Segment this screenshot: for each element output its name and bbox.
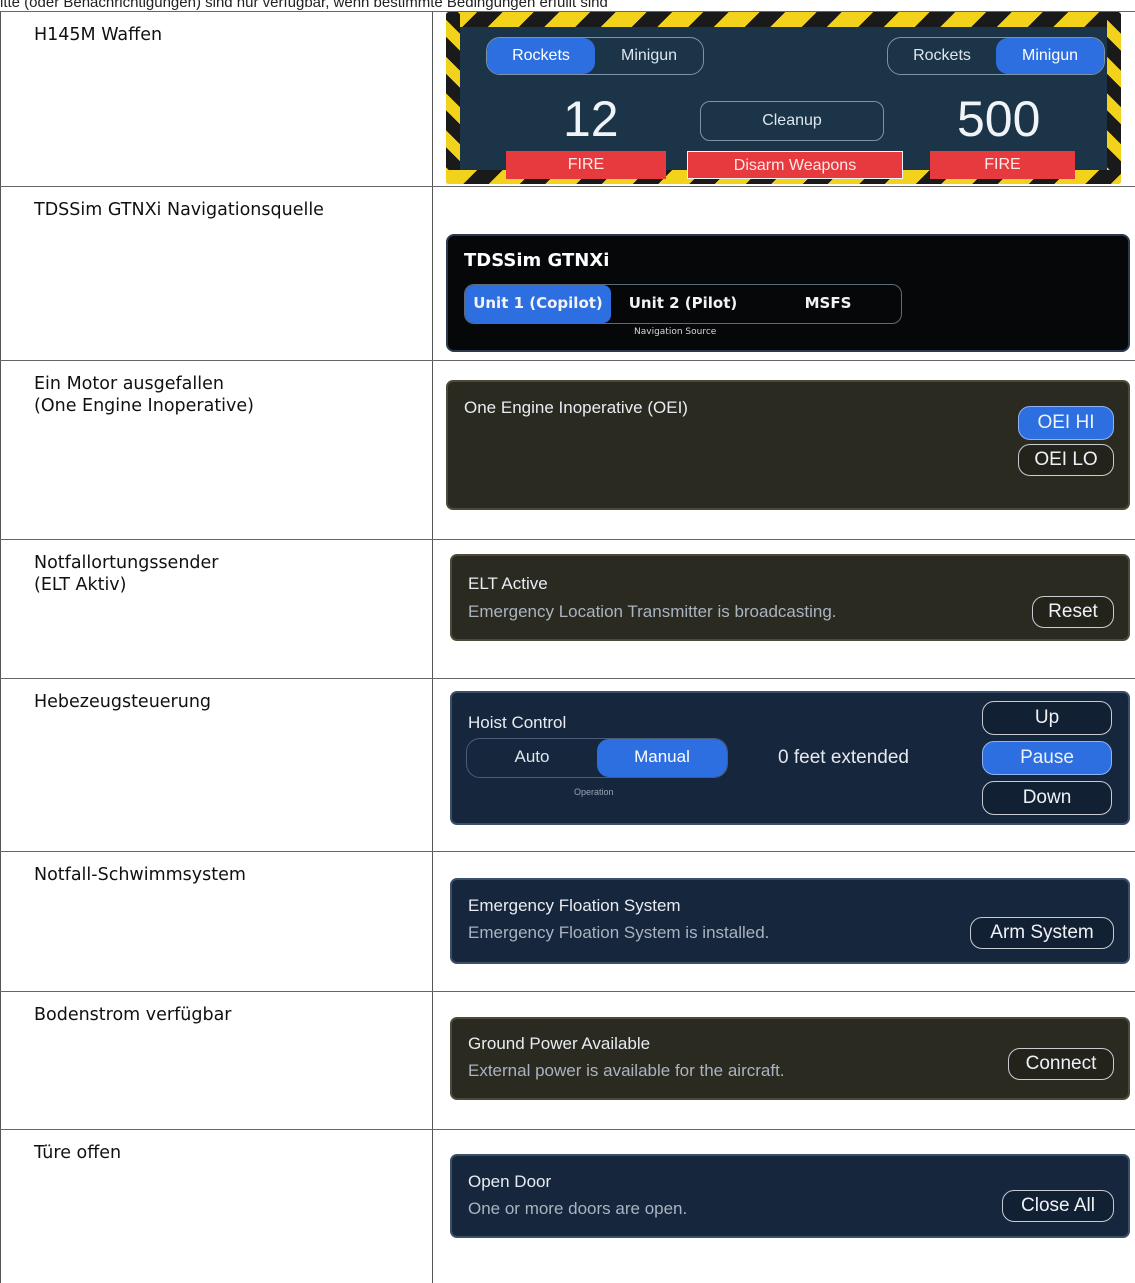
hoist-extension-status: 0 feet extended bbox=[778, 747, 909, 768]
oei-hi-button[interactable]: OEI HI bbox=[1018, 406, 1114, 440]
navigation-source-caption: Navigation Source bbox=[634, 327, 717, 337]
hoist-title: Hoist Control bbox=[468, 713, 567, 732]
disarm-weapons-button[interactable]: Disarm Weapons bbox=[687, 151, 903, 179]
elt-reset-button[interactable]: Reset bbox=[1032, 596, 1114, 628]
right-rockets-option[interactable]: Rockets bbox=[888, 38, 996, 74]
table-row-ground-power: Bodenstrom verfügbar Ground Power Availa… bbox=[0, 992, 1135, 1130]
left-weapon-selector: Rockets Minigun bbox=[486, 37, 704, 75]
row-label-line: Bodenstrom verfügbar bbox=[34, 1005, 232, 1025]
row-label: Notfall-Schwimmsystem bbox=[34, 864, 246, 886]
row-label-line: Ein Motor ausgefallen bbox=[34, 374, 224, 394]
row-label-line: H145M Waffen bbox=[34, 25, 163, 45]
table-row-elt: Notfallortungssender (ELT Aktiv) ELT Act… bbox=[0, 540, 1135, 679]
row-label: Notfallortungssender (ELT Aktiv) bbox=[34, 552, 219, 596]
row-label: Hebezeugsteuerung bbox=[34, 691, 211, 713]
row-label-line: (One Engine Inoperative) bbox=[34, 396, 254, 416]
floation-title: Emergency Floation System bbox=[468, 896, 681, 915]
hoist-mode-selector: Auto Manual bbox=[466, 738, 728, 778]
row-label: Ein Motor ausgefallen (One Engine Inoper… bbox=[34, 373, 254, 417]
left-ammo-count: 12 bbox=[563, 91, 619, 147]
row-label-line: Hebezeugsteuerung bbox=[34, 692, 212, 712]
floation-description: Emergency Floation System is installed. bbox=[468, 923, 770, 942]
connect-button[interactable]: Connect bbox=[1008, 1048, 1114, 1080]
navigation-source-selector: Unit 1 (Copilot) Unit 2 (Pilot) MSFS bbox=[464, 284, 902, 324]
nav-source-msfs[interactable]: MSFS bbox=[755, 285, 901, 323]
hoist-up-button[interactable]: Up bbox=[982, 701, 1112, 735]
hoist-panel: Hoist Control Auto Manual Operation 0 fe… bbox=[450, 691, 1130, 825]
hoist-pause-button[interactable]: Pause bbox=[982, 741, 1112, 775]
table-row-door: Türe offen Open Door One or more doors a… bbox=[0, 1130, 1135, 1260]
hoist-mode-manual[interactable]: Manual bbox=[597, 739, 727, 777]
row-label-line: Notfall-Schwimmsystem bbox=[34, 865, 246, 885]
hazard-stripe bbox=[446, 12, 460, 184]
oei-lo-button[interactable]: OEI LO bbox=[1018, 444, 1114, 476]
door-description: One or more doors are open. bbox=[468, 1199, 688, 1218]
table-row-gtnxi: TDSSim GTNXi Navigationsquelle TDSSim GT… bbox=[0, 187, 1135, 361]
hoist-down-button[interactable]: Down bbox=[982, 781, 1112, 815]
cleanup-button[interactable]: Cleanup bbox=[700, 101, 884, 141]
row-label: Bodenstrom verfügbar bbox=[34, 1004, 232, 1026]
row-label: TDSSim GTNXi Navigationsquelle bbox=[34, 199, 324, 221]
elt-title: ELT Active bbox=[468, 574, 548, 593]
door-title: Open Door bbox=[468, 1172, 552, 1191]
ground-power-panel: Ground Power Available External power is… bbox=[450, 1017, 1130, 1100]
row-label-line: (ELT Aktiv) bbox=[34, 575, 127, 595]
table-row-hoist: Hebezeugsteuerung Hoist Control Auto Man… bbox=[0, 679, 1135, 852]
right-ammo-count: 500 bbox=[957, 91, 1041, 147]
right-minigun-option[interactable]: Minigun bbox=[996, 38, 1104, 74]
door-panel: Open Door One or more doors are open. Cl… bbox=[450, 1154, 1130, 1238]
ground-power-description: External power is available for the airc… bbox=[468, 1061, 785, 1080]
conditions-table: H145M Waffen Rockets Minigun Rockets Min… bbox=[0, 11, 1135, 1260]
hoist-mode-caption: Operation bbox=[574, 787, 614, 797]
ground-power-title: Ground Power Available bbox=[468, 1034, 651, 1053]
table-row-weapons: H145M Waffen Rockets Minigun Rockets Min… bbox=[0, 12, 1135, 187]
nav-source-unit1[interactable]: Unit 1 (Copilot) bbox=[465, 285, 611, 323]
close-all-button[interactable]: Close All bbox=[1002, 1190, 1114, 1222]
row-label: H145M Waffen bbox=[34, 24, 162, 46]
table-row-floats: Notfall-Schwimmsystem Emergency Floation… bbox=[0, 852, 1135, 992]
gtnxi-title: TDSSim GTNXi bbox=[464, 250, 610, 271]
hazard-stripe bbox=[1107, 12, 1121, 184]
row-label-line: TDSSim GTNXi Navigationsquelle bbox=[34, 200, 324, 220]
arm-system-button[interactable]: Arm System bbox=[970, 917, 1114, 949]
elt-panel: ELT Active Emergency Location Transmitte… bbox=[450, 554, 1130, 641]
table-row-oei: Ein Motor ausgefallen (One Engine Inoper… bbox=[0, 361, 1135, 540]
left-rockets-option[interactable]: Rockets bbox=[487, 38, 595, 74]
right-weapon-selector: Rockets Minigun bbox=[887, 37, 1105, 75]
left-fire-button[interactable]: FIRE bbox=[506, 151, 666, 179]
header-note: itte (oder Benachrichtigungen) sind nur … bbox=[0, 0, 608, 11]
right-fire-button[interactable]: FIRE bbox=[930, 151, 1075, 179]
floation-panel: Emergency Floation System Emergency Floa… bbox=[450, 878, 1130, 964]
nav-source-unit2[interactable]: Unit 2 (Pilot) bbox=[611, 285, 755, 323]
elt-description: Emergency Location Transmitter is broadc… bbox=[468, 602, 837, 621]
row-label-line: Türe offen bbox=[34, 1143, 122, 1163]
row-label-line: Notfallortungssender bbox=[34, 553, 219, 573]
oei-title: One Engine Inoperative (OEI) bbox=[464, 398, 688, 417]
oei-panel: One Engine Inoperative (OEI) OEI HI OEI … bbox=[446, 380, 1130, 510]
row-label: Türe offen bbox=[34, 1142, 121, 1164]
left-minigun-option[interactable]: Minigun bbox=[595, 38, 703, 74]
hoist-mode-auto[interactable]: Auto bbox=[467, 739, 597, 777]
hazard-stripe bbox=[446, 12, 1121, 27]
